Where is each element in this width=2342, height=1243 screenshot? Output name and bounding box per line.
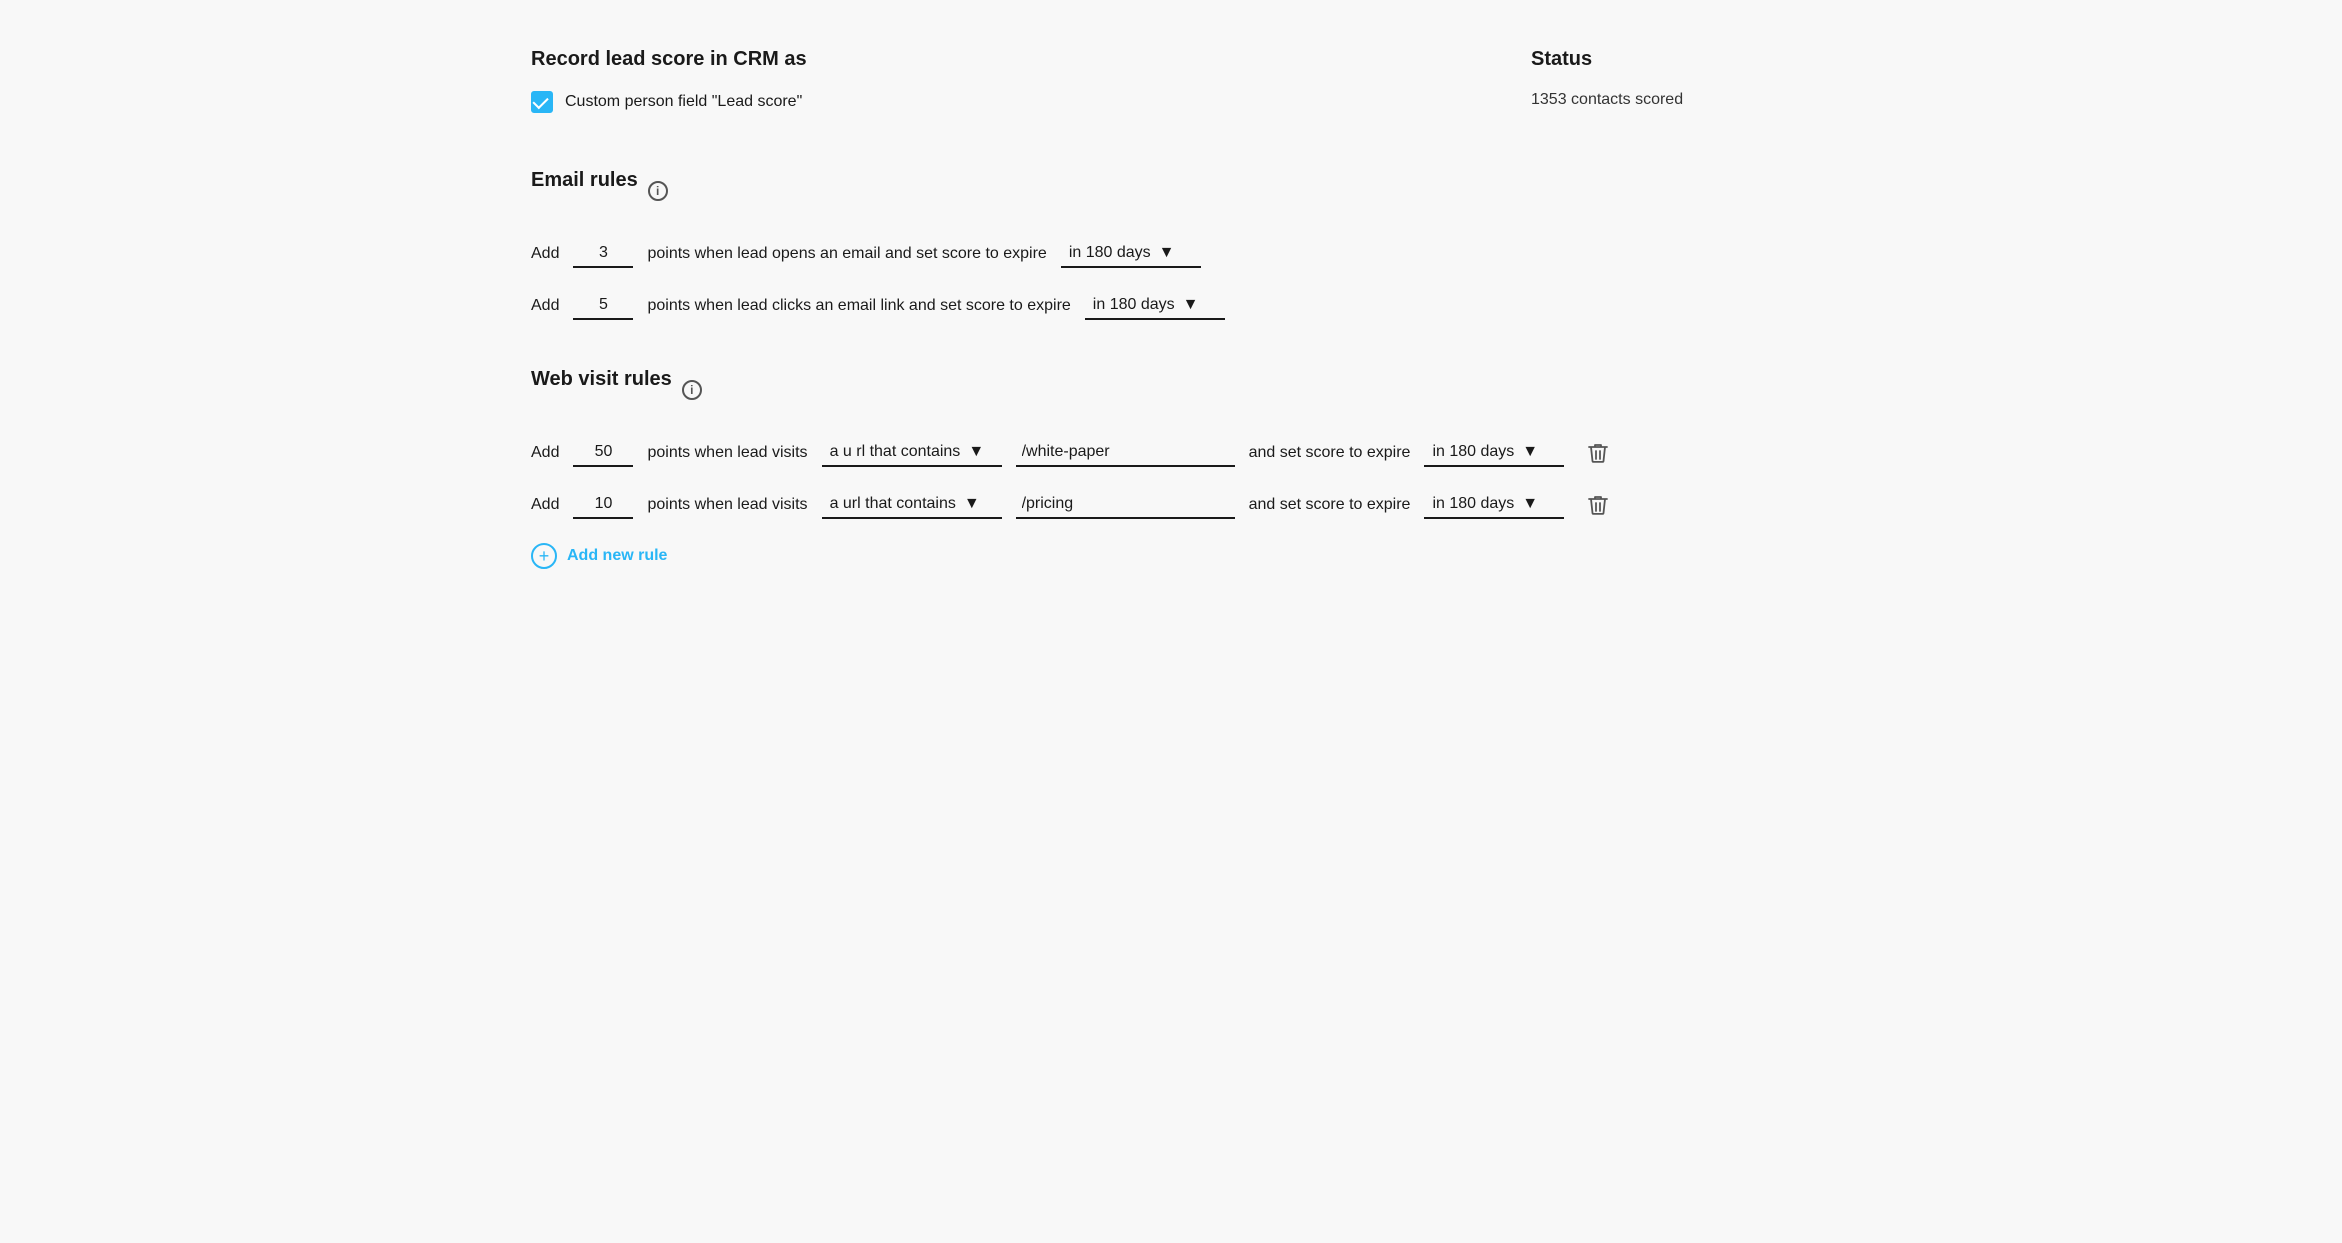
page-container: Record lead score in CRM as Custom perso… — [471, 0, 1871, 665]
web-rule-2-points-input[interactable] — [573, 491, 633, 519]
web-rule-1-expire-label: in 180 days — [1432, 443, 1514, 461]
web-rule-1-expire-text: and set score to expire — [1249, 444, 1411, 462]
web-rule-2-url-dropdown-arrow: ▼ — [964, 495, 980, 513]
lead-score-checkbox[interactable] — [531, 91, 553, 113]
web-rule-1-expire-select[interactable]: in 180 days ▼ — [1424, 439, 1564, 467]
web-visit-rules-title-row: Web visit rules i — [531, 368, 1811, 411]
web-rule-1-expire-dropdown-arrow: ▼ — [1522, 443, 1538, 461]
top-section: Record lead score in CRM as Custom perso… — [531, 48, 1811, 113]
web-rule-1-points-input[interactable] — [573, 439, 633, 467]
crm-section: Record lead score in CRM as Custom perso… — [531, 48, 1491, 113]
web-rule-row-2: Add points when lead visits a url that c… — [531, 491, 1811, 519]
email-rule-row-1: Add points when lead opens an email and … — [531, 240, 1811, 268]
email-rules-title: Email rules — [531, 169, 638, 192]
crm-title: Record lead score in CRM as — [531, 48, 1491, 71]
add-new-rule-button[interactable]: + Add new rule — [531, 543, 667, 569]
email-rule-1-expire-label: in 180 days — [1069, 244, 1151, 262]
web-rule-2-expire-dropdown-arrow: ▼ — [1522, 495, 1538, 513]
crm-checkbox-label: Custom person field "Lead score" — [565, 93, 802, 111]
email-rule-1-text: points when lead opens an email and set … — [647, 245, 1046, 263]
web-rule-2-expire-select[interactable]: in 180 days ▼ — [1424, 491, 1564, 519]
email-rule-1-dropdown-arrow: ▼ — [1159, 244, 1175, 262]
email-rule-1-points-input[interactable] — [573, 240, 633, 268]
web-visit-rules-title: Web visit rules — [531, 368, 672, 391]
crm-checkbox-row: Custom person field "Lead score" — [531, 91, 1491, 113]
web-rule-2-url-condition-label: a url that contains — [830, 495, 956, 513]
web-visit-rules-section: Web visit rules i Add points when lead v… — [531, 368, 1811, 569]
status-title: Status — [1531, 48, 1811, 71]
email-rule-2-text: points when lead clicks an email link an… — [647, 297, 1070, 315]
status-count: 1353 contacts scored — [1531, 91, 1811, 109]
email-rules-info-icon[interactable]: i — [648, 181, 668, 201]
web-rule-2-text: points when lead visits — [647, 496, 807, 514]
web-rule-1-url-input[interactable] — [1016, 439, 1235, 467]
email-rules-title-row: Email rules i — [531, 169, 1811, 212]
web-rule-2-add-label: Add — [531, 496, 559, 514]
web-rule-2-url-condition-select[interactable]: a url that contains ▼ — [822, 491, 1002, 519]
web-rule-row-1: Add points when lead visits a u rl that … — [531, 439, 1811, 467]
web-rule-2-expire-label: in 180 days — [1432, 495, 1514, 513]
web-rule-2-expire-text: and set score to expire — [1249, 496, 1411, 514]
web-rule-1-add-label: Add — [531, 444, 559, 462]
web-rule-1-url-condition-label: a u rl that contains — [830, 443, 961, 461]
web-rule-1-url-condition-select[interactable]: a u rl that contains ▼ — [822, 439, 1002, 467]
web-rule-1-url-dropdown-arrow: ▼ — [968, 443, 984, 461]
email-rule-1-add-label: Add — [531, 245, 559, 263]
web-rule-1-delete-button[interactable] — [1586, 441, 1610, 465]
web-rule-1-text: points when lead visits — [647, 444, 807, 462]
web-rule-2-delete-button[interactable] — [1586, 493, 1610, 517]
email-rule-1-expire-select[interactable]: in 180 days ▼ — [1061, 240, 1201, 268]
status-section: Status 1353 contacts scored — [1491, 48, 1811, 113]
web-rule-2-url-input[interactable] — [1016, 491, 1235, 519]
email-rule-2-dropdown-arrow: ▼ — [1183, 296, 1199, 314]
email-rules-section: Email rules i Add points when lead opens… — [531, 169, 1811, 320]
email-rule-2-expire-select[interactable]: in 180 days ▼ — [1085, 292, 1225, 320]
add-new-rule-icon: + — [531, 543, 557, 569]
web-visit-rules-info-icon[interactable]: i — [682, 380, 702, 400]
email-rule-2-points-input[interactable] — [573, 292, 633, 320]
email-rule-2-expire-label: in 180 days — [1093, 296, 1175, 314]
email-rule-2-add-label: Add — [531, 297, 559, 315]
add-new-rule-label: Add new rule — [567, 547, 667, 565]
email-rule-row-2: Add points when lead clicks an email lin… — [531, 292, 1811, 320]
